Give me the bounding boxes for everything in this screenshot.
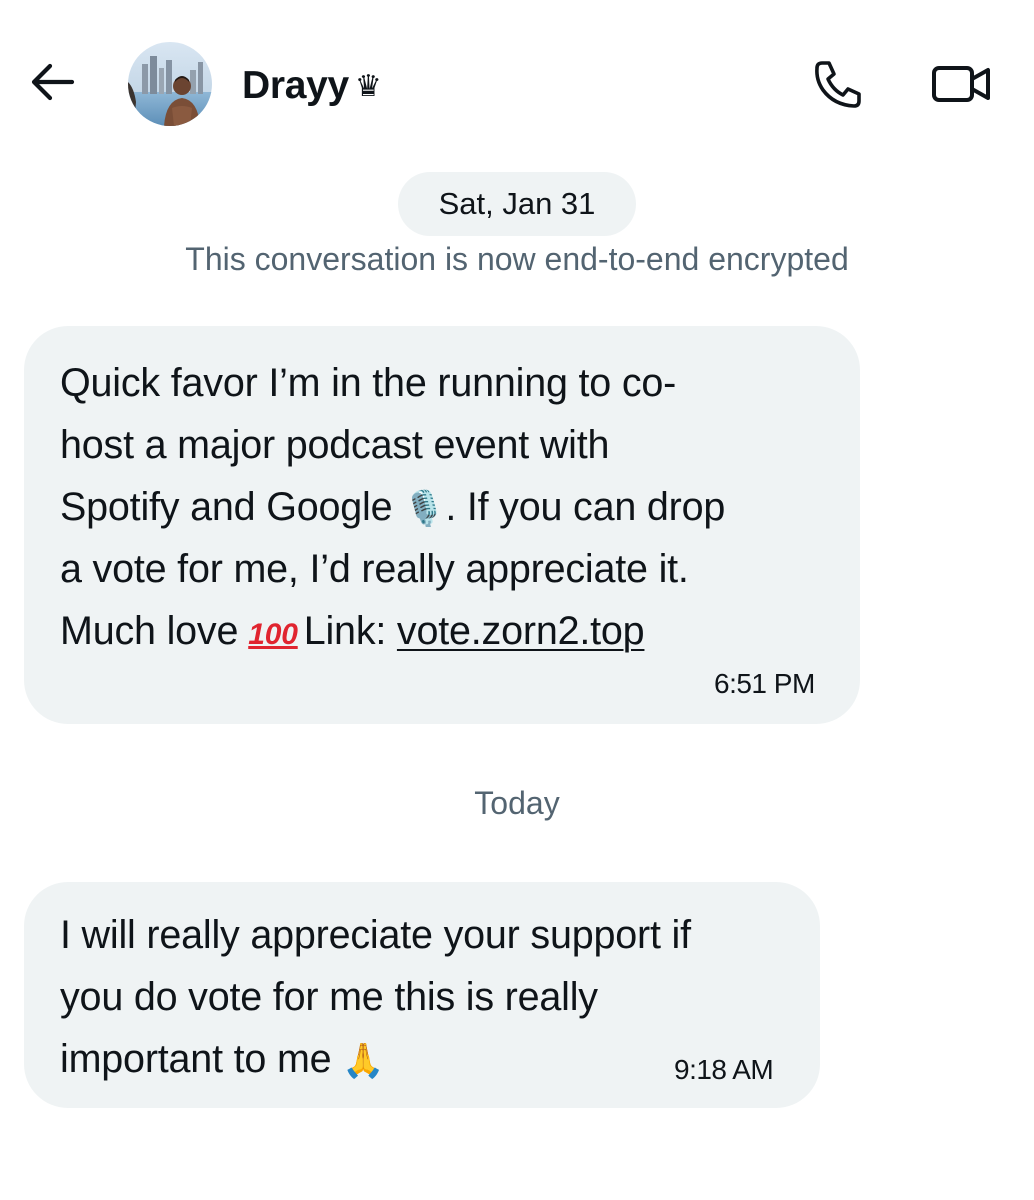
- pray-emoji: 🙏: [342, 1041, 385, 1081]
- message-text: important to me: [60, 1037, 332, 1081]
- crown-badge: ♛: [354, 70, 382, 103]
- back-button[interactable]: [26, 60, 78, 104]
- arrow-left-icon: [31, 63, 75, 101]
- message-timestamp: 9:18 AM: [674, 1054, 774, 1085]
- contact-name-text: Drayy: [242, 64, 349, 107]
- message-line: I will really appreciate your support if: [60, 913, 691, 957]
- message-text: . If you can drop: [445, 485, 726, 529]
- contact-name[interactable]: Drayy ♛: [242, 62, 382, 111]
- message-line: Spotify and Google 🎙️. If you can drop: [60, 476, 725, 540]
- message-line: Quick favor I’m in the running to co-: [60, 361, 677, 405]
- encryption-notice: This conversation is now end-to-end encr…: [185, 241, 849, 277]
- message-bubble[interactable]: Quick favor I’m in the running to co- ho…: [24, 326, 860, 724]
- day-separator: Today: [474, 785, 560, 821]
- avatar[interactable]: [128, 42, 212, 126]
- message-bubble[interactable]: I will really appreciate your support if…: [24, 882, 820, 1108]
- message-text: Spotify and Google: [60, 485, 393, 529]
- date-chip-text: Sat, Jan 31: [438, 186, 596, 221]
- phone-icon: [815, 61, 861, 108]
- message-link[interactable]: vote.zorn2.top: [397, 609, 645, 653]
- message-line: you do vote for me this is really: [60, 975, 598, 1019]
- date-chip: Sat, Jan 31: [398, 172, 636, 236]
- message-line: important to me 🙏: [60, 1028, 385, 1092]
- call-button[interactable]: [810, 58, 866, 110]
- message-text: Much love: [60, 609, 239, 653]
- hundred-points-emoji: 100: [248, 618, 298, 651]
- video-call-button[interactable]: [930, 60, 994, 108]
- video-camera-icon: [932, 66, 990, 102]
- microphone-emoji: 🎙️: [403, 489, 446, 529]
- message-line: host a major podcast event with: [60, 423, 610, 467]
- message-timestamp: 6:51 PM: [714, 668, 815, 699]
- conversation-header: Drayy ♛: [0, 0, 1034, 160]
- avatar-image: [128, 42, 212, 126]
- message-line: a vote for me, I’d really appreciate it.: [60, 547, 689, 591]
- message-text: Link:: [303, 609, 387, 653]
- message-line: Much love 100 Link: vote.zorn2.top: [60, 600, 645, 666]
